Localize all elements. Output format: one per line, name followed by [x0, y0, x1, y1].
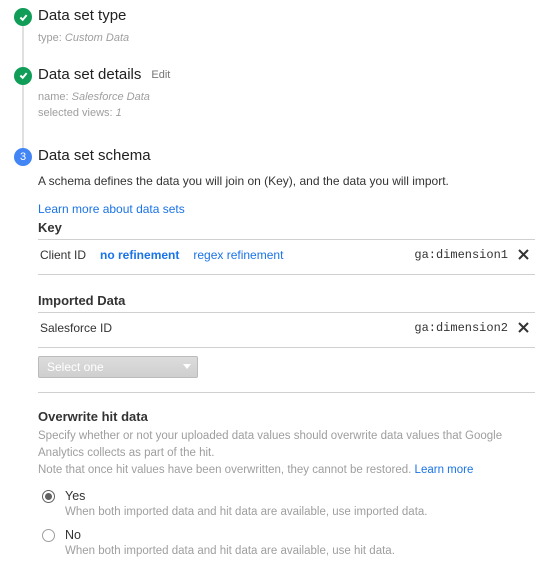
regex-refinement-link[interactable]: regex refinement	[193, 248, 283, 262]
key-dimension-code: ga:dimension1	[414, 248, 508, 262]
overwrite-radio-group: Yes When both imported data and hit data…	[38, 489, 535, 557]
overwrite-title: Overwrite hit data	[38, 409, 535, 424]
step-bullet-active: 3	[14, 148, 32, 166]
overwrite-no-option[interactable]: No When both imported data and hit data …	[38, 528, 535, 557]
step-dataset-details: Data set details Edit name: Salesforce D…	[0, 65, 535, 146]
remove-imported-button[interactable]	[518, 321, 529, 335]
step-connector	[22, 26, 24, 67]
add-dimension-select[interactable]: Select one	[38, 356, 198, 378]
check-icon	[18, 70, 29, 81]
divider	[38, 274, 535, 275]
select-placeholder: Select one	[47, 360, 104, 374]
key-row: Client ID no refinement regex refinement…	[38, 240, 535, 270]
learn-more-datasets-link[interactable]: Learn more about data sets	[38, 202, 185, 216]
divider	[38, 392, 535, 393]
close-icon	[518, 322, 529, 333]
imported-row: Salesforce ID ga:dimension2	[38, 313, 535, 343]
imported-section-label: Imported Data	[38, 293, 535, 308]
step-bullet-done	[14, 8, 32, 26]
step-title: Data set schema	[38, 147, 151, 165]
learn-more-overwrite-link[interactable]: Learn more	[415, 464, 474, 476]
step-dataset-type: Data set type type: Custom Data	[0, 6, 535, 65]
remove-key-button[interactable]	[518, 248, 529, 262]
radio-label: Yes	[65, 489, 427, 503]
step-bullet-done	[14, 67, 32, 85]
key-section-label: Key	[38, 220, 535, 235]
step-dataset-schema: 3 Data set schema A schema defines the d…	[0, 146, 535, 558]
step-title: Data set type	[38, 7, 126, 25]
radio-sublabel: When both imported data and hit data are…	[65, 506, 427, 518]
chevron-down-icon	[183, 364, 191, 369]
divider	[38, 347, 535, 348]
radio-icon	[42, 490, 55, 503]
check-icon	[18, 12, 29, 23]
no-refinement-link[interactable]: no refinement	[100, 248, 179, 262]
overwrite-description: Specify whether or not your uploaded dat…	[38, 428, 535, 480]
imported-field-label: Salesforce ID	[40, 321, 112, 335]
step-title: Data set details	[38, 66, 141, 84]
overwrite-yes-option[interactable]: Yes When both imported data and hit data…	[38, 489, 535, 518]
step-connector	[22, 85, 24, 148]
imported-dimension-code: ga:dimension2	[414, 321, 508, 335]
close-icon	[518, 249, 529, 260]
radio-sublabel: When both imported data and hit data are…	[65, 545, 395, 557]
key-field-label: Client ID	[40, 248, 86, 262]
radio-icon	[42, 529, 55, 542]
step-meta: type: Custom Data	[38, 30, 535, 47]
radio-label: No	[65, 528, 395, 542]
edit-link[interactable]: Edit	[151, 69, 170, 81]
step-meta: name: Salesforce Data selected views: 1	[38, 89, 535, 122]
schema-description: A schema defines the data you will join …	[38, 174, 535, 188]
